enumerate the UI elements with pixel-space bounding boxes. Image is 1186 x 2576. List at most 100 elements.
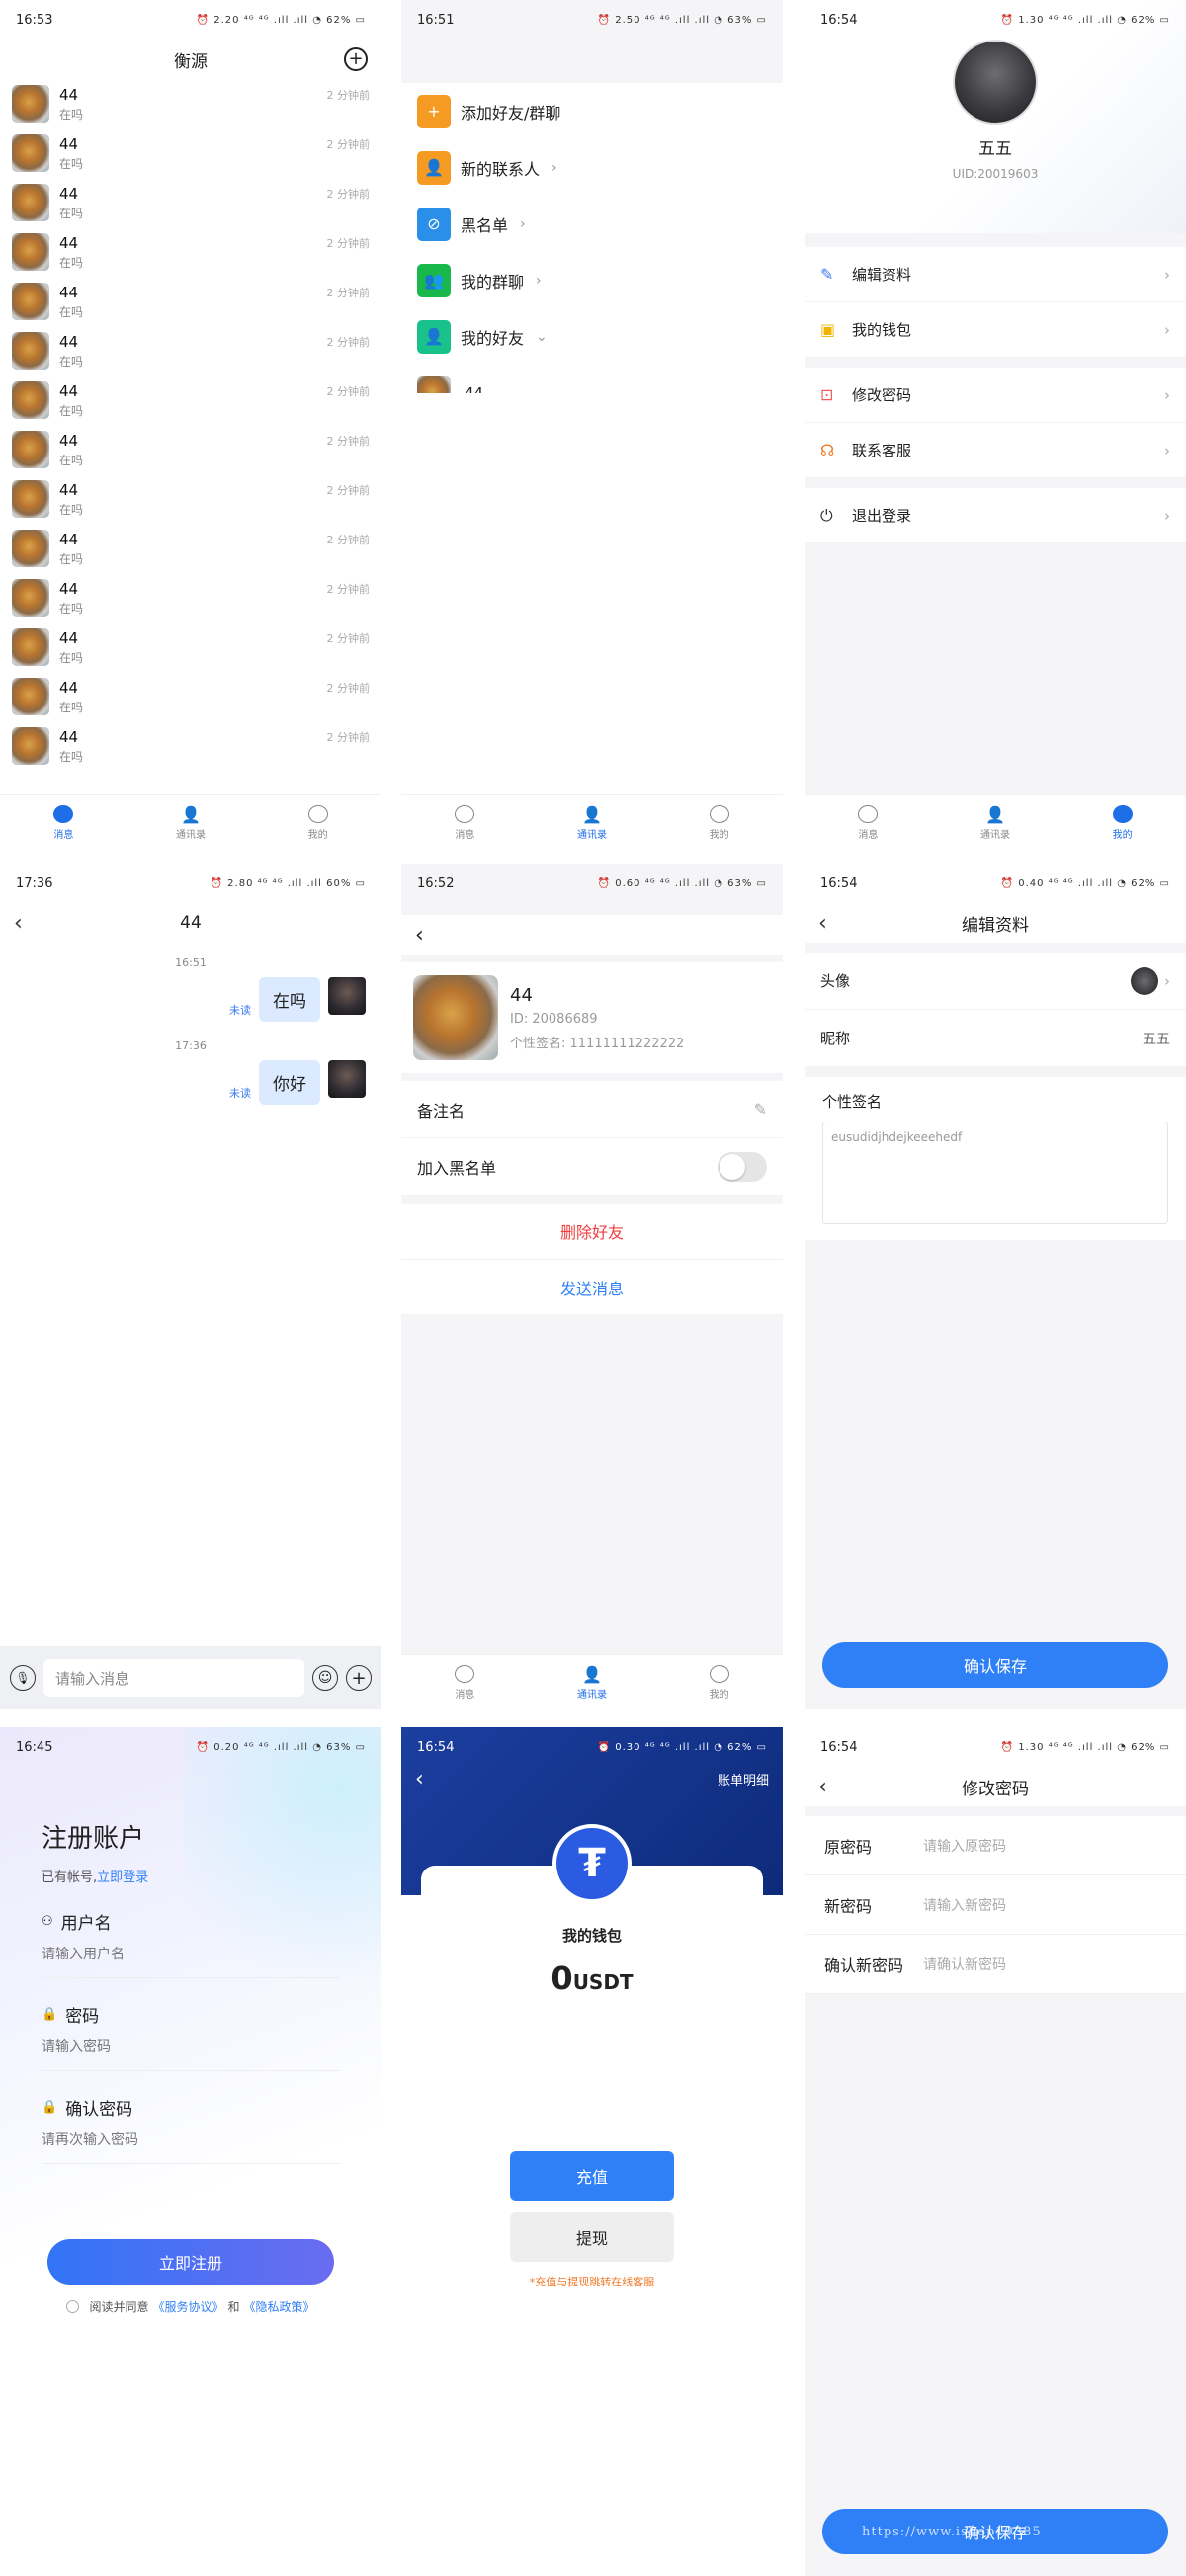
wallet-note: *充值与提现跳转在线客服 — [529, 2276, 655, 2288]
user-icon: ⚇ — [42, 1914, 53, 1929]
login-link[interactable]: 立即登录 — [97, 1870, 148, 1885]
emoji-icon[interactable]: ☺ — [312, 1665, 338, 1691]
edit-profile-item[interactable]: ✎ 编辑资料 › — [805, 247, 1186, 302]
chat-list-item[interactable]: 44 在吗 2 分钟前 — [0, 326, 381, 375]
field-input[interactable]: 请再次输入密码 — [42, 2129, 340, 2164]
tab-messages[interactable]: 消息 — [0, 795, 127, 850]
recharge-button[interactable]: 充值 — [510, 2151, 674, 2201]
message-bubble[interactable]: 在吗 — [259, 977, 320, 1022]
tab-contacts[interactable]: 👤 通讯录 — [529, 1655, 656, 1709]
avatar[interactable] — [953, 40, 1038, 125]
password-form: 原密码 请输入原密码 新密码 请输入新密码 确认新密码 请确认新密码 — [805, 1816, 1186, 1994]
tab-mine[interactable]: 我的 — [254, 795, 381, 850]
chat-list-item[interactable]: 44 在吗 2 分钟前 — [0, 277, 381, 326]
field-input[interactable]: 请输入密码 — [42, 2036, 340, 2071]
password-input[interactable]: 请输入新密码 — [923, 1895, 1006, 1915]
tab-messages[interactable]: 消息 — [401, 795, 529, 850]
withdraw-button[interactable]: 提现 — [510, 2212, 674, 2262]
password-input[interactable]: 请输入原密码 — [923, 1836, 1006, 1856]
password-input[interactable]: 请确认新密码 — [923, 1954, 1006, 1974]
contacts-menu-item[interactable]: ⊘ 黑名单 › — [401, 196, 783, 252]
customer-service-item[interactable]: ☊ 联系客服 › — [805, 423, 1186, 478]
change-password-item[interactable]: ⊡ 修改密码 › — [805, 368, 1186, 423]
friend-card: 44 ID: 20086689 个性签名: 11111111222222 — [401, 962, 783, 1073]
contacts-menu-item[interactable]: 👤 新的联系人 › — [401, 139, 783, 196]
chat-list-item[interactable]: 44 在吗 2 分钟前 — [0, 573, 381, 623]
chat-list-item[interactable]: 44 在吗 2 分钟前 — [0, 227, 381, 277]
avatar — [1131, 966, 1158, 995]
chat-list-item[interactable]: 44 在吗 2 分钟前 — [0, 425, 381, 474]
chat-name: 44 — [59, 678, 79, 697]
blacklist-toggle[interactable] — [718, 1151, 767, 1182]
add-button[interactable]: + — [344, 47, 368, 71]
send-message-button[interactable]: 发送消息 — [401, 1259, 783, 1314]
save-button[interactable]: 确认保存 https://www.ishop19385 — [822, 2509, 1168, 2554]
register-button[interactable]: 立即注册 — [47, 2239, 334, 2285]
status-time: 16:45 — [16, 1739, 53, 1755]
voice-icon[interactable]: 🎙 — [10, 1665, 36, 1691]
field-label: 确认密码 — [65, 2100, 133, 2119]
back-icon[interactable]: ‹ — [14, 911, 23, 936]
tab-label: 我的 — [709, 830, 729, 841]
save-button[interactable]: 确认保存 — [822, 1642, 1168, 1688]
privacy-policy-link[interactable]: 《隐私政策》 — [244, 2298, 315, 2315]
chat-name: 44 — [59, 233, 79, 252]
row-label: 昵称 — [820, 1030, 851, 1047]
chat-bubble-icon — [454, 804, 475, 824]
tab-mine[interactable]: 我的 — [655, 1655, 783, 1709]
tab-bar: 消息 👤 通讯录 我的 — [401, 1654, 783, 1709]
tab-mine[interactable]: 我的 — [1059, 795, 1186, 850]
chat-list-item[interactable]: 44 在吗 2 分钟前 — [0, 623, 381, 672]
chat-list-item[interactable]: 44 在吗 2 分钟前 — [0, 79, 381, 128]
message-input[interactable]: 请输入消息 — [43, 1659, 304, 1697]
agree-checkbox[interactable] — [66, 2300, 80, 2313]
delete-friend-button[interactable]: 删除好友 — [401, 1204, 783, 1259]
status-icons: ⏰ 0.30 ⁴ᴳ ⁴ᴳ .ıll .ıll ◔ 62% ▭ — [597, 1741, 767, 1753]
profile-icon — [709, 804, 730, 824]
chat-status: 在吗 — [59, 749, 84, 764]
plus-icon[interactable]: + — [346, 1665, 372, 1691]
message-time: 16:51 — [175, 956, 207, 969]
chat-list-item[interactable]: 44 在吗 2 分钟前 — [0, 672, 381, 721]
tab-mine[interactable]: 我的 — [655, 795, 783, 850]
wallet-item[interactable]: ▣ 我的钱包 › — [805, 302, 1186, 358]
user-name: 五五 — [978, 139, 1012, 159]
chat-list-item[interactable]: 44 在吗 2 分钟前 — [0, 721, 381, 771]
tab-messages[interactable]: 消息 — [805, 795, 932, 850]
tab-contacts[interactable]: 👤 通讯录 — [127, 795, 255, 850]
chevron-icon: ⌄ — [536, 328, 548, 345]
contacts-menu-item[interactable]: 👥 我的群聊 › — [401, 252, 783, 308]
avatar-row[interactable]: 头像 › — [805, 953, 1186, 1010]
back-icon[interactable]: ‹ — [818, 911, 827, 936]
remark-row[interactable]: 备注名 ✎ — [401, 1081, 783, 1138]
message-bubble[interactable]: 你好 — [259, 1060, 320, 1105]
chat-list-item[interactable]: 44 在吗 2 分钟前 — [0, 375, 381, 425]
chat-list-item[interactable]: 44 在吗 2 分钟前 — [0, 524, 381, 573]
menu-group-1: ✎ 编辑资料 › ▣ 我的钱包 › — [805, 247, 1186, 358]
contacts-menu-item[interactable]: 👤 我的好友 ⌄ — [401, 308, 783, 365]
chevron-right-icon: › — [1164, 441, 1170, 459]
field-label: 密码 — [65, 2007, 100, 2027]
tab-label: 通讯录 — [577, 1690, 607, 1701]
field-input[interactable]: 请输入用户名 — [42, 1944, 340, 1978]
nickname-row[interactable]: 昵称 五五 — [805, 1010, 1186, 1067]
tab-messages[interactable]: 消息 — [401, 1655, 529, 1709]
chat-name: 44 — [59, 431, 79, 450]
service-agreement-link[interactable]: 《服务协议》 — [152, 2298, 223, 2315]
back-icon[interactable]: ‹ — [818, 1775, 827, 1799]
chat-time: 2 分钟前 — [326, 484, 371, 497]
signature-input[interactable]: eusudidjhdejkeeehedf — [822, 1122, 1168, 1224]
chat-time: 2 分钟前 — [326, 188, 371, 201]
group-icon: 👥 — [417, 263, 451, 297]
logout-item[interactable]: ⏻ 退出登录 › — [805, 488, 1186, 543]
back-icon[interactable]: ‹ — [415, 1767, 424, 1791]
bill-details-link[interactable]: 账单明细 — [718, 1770, 769, 1788]
balance-amount: 0 — [551, 1959, 573, 1997]
chat-list-item[interactable]: 44 在吗 2 分钟前 — [0, 128, 381, 178]
chat-list-item[interactable]: 44 在吗 2 分钟前 — [0, 474, 381, 524]
chat-list-item[interactable]: 44 在吗 2 分钟前 — [0, 178, 381, 227]
contacts-menu-item[interactable]: + 添加好友/群聊 — [401, 83, 783, 139]
back-icon[interactable]: ‹ — [415, 923, 424, 948]
tab-contacts[interactable]: 👤 通讯录 — [529, 795, 656, 850]
tab-contacts[interactable]: 👤 通讯录 — [932, 795, 1059, 850]
